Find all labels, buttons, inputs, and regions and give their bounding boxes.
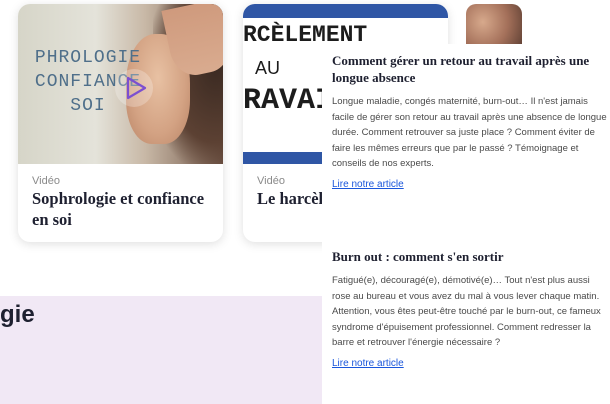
article-title[interactable]: Comment gérer un retour au travail après…: [332, 52, 610, 86]
thumbnail-text-line: AU: [255, 58, 281, 78]
read-article-link[interactable]: Lire notre article: [332, 179, 404, 190]
section-heading: gie: [0, 301, 35, 328]
thumbnail-top-band: [243, 4, 448, 18]
card-title[interactable]: Sophrologie et confiance en soi: [32, 188, 217, 230]
video-thumbnail[interactable]: PHROLOGIE CONFIANCE SOI: [18, 4, 223, 164]
article-panel: Comment gérer un retour au travail après…: [322, 44, 610, 404]
article-item: Burn out : comment s'en sortir Fatigué(e…: [332, 248, 610, 371]
article-title[interactable]: Burn out : comment s'en sortir: [332, 248, 610, 265]
video-card-sophrologie[interactable]: PHROLOGIE CONFIANCE SOI Vidéo Sophrologi…: [18, 4, 223, 242]
section-background: [0, 296, 324, 404]
play-icon[interactable]: [114, 68, 154, 108]
article-excerpt: Longue maladie, congés maternité, burn-o…: [332, 96, 607, 169]
read-article-link[interactable]: Lire notre article: [332, 358, 404, 369]
card-type-label: Vidéo: [32, 175, 60, 187]
thumbnail-text-line: PHROLOGIE: [34, 48, 142, 68]
article-item: Comment gérer un retour au travail après…: [332, 52, 610, 192]
card-type-label: Vidéo: [257, 175, 285, 187]
article-excerpt: Fatigué(e), découragé(e), démotivé(e)… T…: [332, 275, 601, 348]
